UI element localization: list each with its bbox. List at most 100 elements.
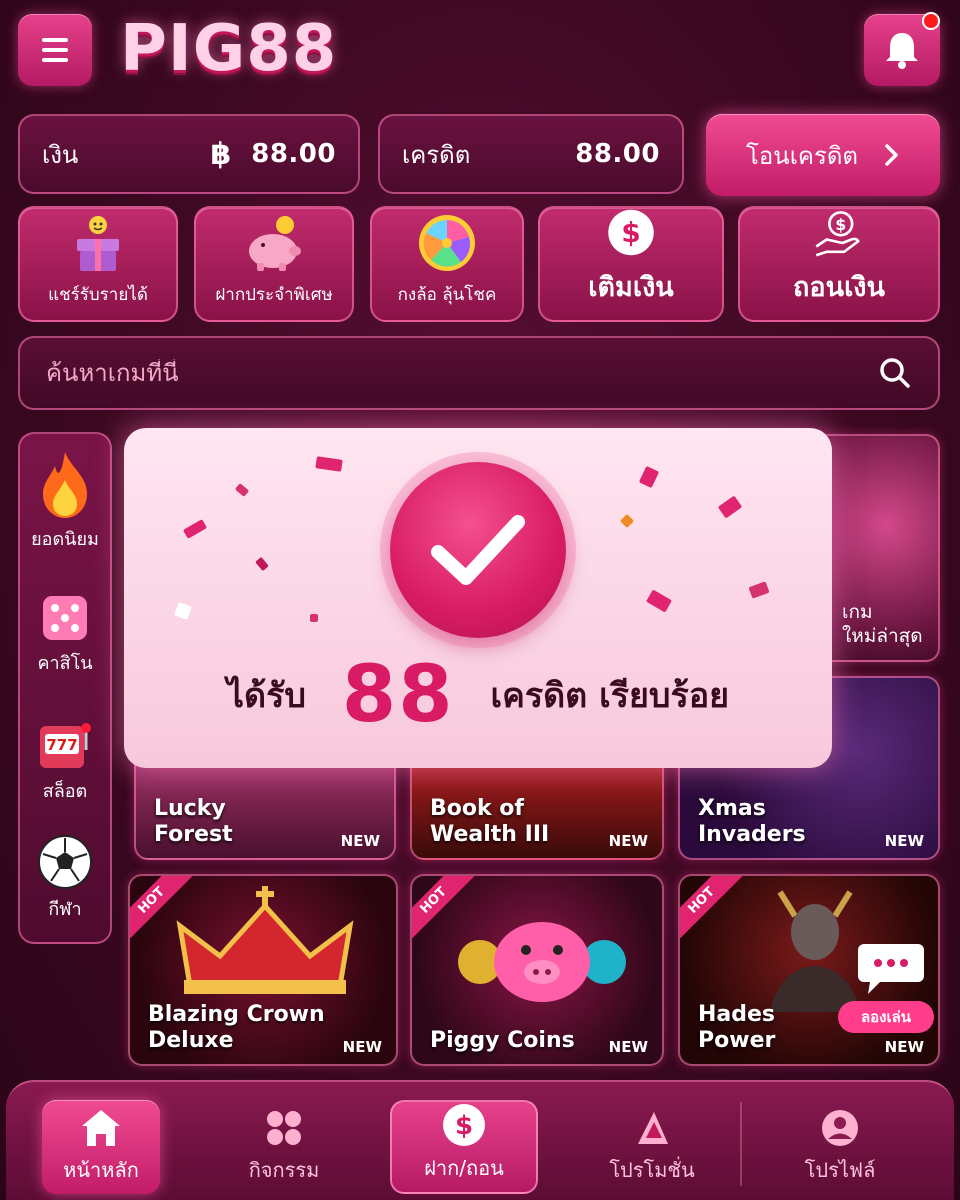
credit-card: เครดิต 88.00: [378, 114, 684, 194]
nav-promotions[interactable]: โปรโมชั่น: [592, 1100, 712, 1194]
menu-icon-bar: [42, 48, 68, 52]
nav-label: โปรไฟล์: [804, 1158, 876, 1182]
special-deposit-button[interactable]: ฝากประจำพิเศษ: [194, 206, 354, 322]
nav-label: หน้าหลัก: [63, 1158, 139, 1182]
new-badge: NEW: [342, 1038, 382, 1056]
category-sports[interactable]: กีฬา: [20, 834, 110, 923]
game-title-line: Wealth III: [430, 822, 550, 847]
game-title-line: Invaders: [698, 822, 806, 847]
hades-figure-icon: [770, 890, 860, 1012]
notification-dot: [922, 12, 940, 30]
checkmark-icon: [431, 515, 525, 585]
game-title-line: Blazing Crown: [148, 1002, 325, 1027]
crown-icon: [176, 886, 354, 994]
game-title-line: Piggy Coins: [430, 1028, 575, 1053]
app-logo: PIG88: [120, 12, 338, 86]
game-card-hades-power[interactable]: HOT Hades Power NEW: [678, 874, 940, 1066]
category-label: กีฬา: [48, 899, 82, 920]
new-badge: NEW: [884, 832, 924, 850]
nav-divider: [740, 1102, 742, 1186]
try-play-button[interactable]: ลองเล่น: [838, 1001, 934, 1033]
nav-home[interactable]: หน้าหลัก: [42, 1100, 160, 1194]
success-message: ได้รับ 88 เครดิต เรียบร้อย: [124, 650, 832, 740]
game-title-line: Xmas: [698, 796, 766, 821]
piggy-bank-icon: [249, 216, 301, 271]
menu-button[interactable]: [18, 14, 92, 86]
svg-text:$: $: [835, 215, 846, 234]
deposit-button[interactable]: $ เติมเงิน: [538, 206, 724, 322]
balance-card: เงิน ฿ 88.00: [18, 114, 360, 194]
withdraw-button[interactable]: $ ถอนเงิน: [738, 206, 940, 322]
transfer-credit-button[interactable]: โอนเครดิต: [706, 114, 940, 196]
success-popup: ได้รับ 88 เครดิต เรียบร้อย: [124, 428, 832, 768]
game-title-line: เกม: [842, 601, 873, 623]
quick-action-label: ฝากประจำพิเศษ: [215, 285, 333, 305]
search-icon[interactable]: [878, 356, 912, 390]
quick-action-label: เติมเงิน: [588, 272, 674, 303]
fire-icon: [43, 452, 87, 518]
dice-icon: [43, 596, 87, 640]
confetti: [182, 519, 208, 539]
svg-text:$: $: [455, 1111, 473, 1141]
quick-action-label: แชร์รับรายได้: [48, 285, 148, 305]
menu-icon-bar: [42, 38, 68, 42]
game-card-blazing-crown[interactable]: HOT Blazing Crown Deluxe NEW: [128, 874, 398, 1066]
game-title-line: Power: [698, 1028, 776, 1053]
balance-label: เงิน: [42, 140, 79, 169]
home-icon: [82, 1110, 120, 1146]
bottom-navigation: หน้าหลัก กิจกรรม $ ฝาก/ถอน โปรโมชั่น โปร…: [6, 1080, 954, 1200]
search-bar: [18, 336, 940, 410]
game-card-piggy-coins[interactable]: HOT Piggy Coins NEW: [410, 874, 664, 1066]
confetti: [315, 456, 343, 472]
bell-icon: [886, 33, 918, 69]
hot-badge: HOT: [680, 876, 746, 945]
transfer-credit-label: โอนเครดิต: [745, 141, 859, 170]
confetti: [234, 483, 250, 497]
credit-label: เครดิต: [402, 140, 471, 169]
confetti: [174, 602, 192, 620]
nav-profile[interactable]: โปรไฟล์: [780, 1100, 900, 1194]
game-title-line: Deluxe: [148, 1028, 234, 1053]
chevron-right-icon: [885, 144, 898, 166]
svg-text:$: $: [621, 216, 640, 249]
success-prefix: ได้รับ: [226, 676, 306, 716]
category-casino[interactable]: คาสิโน: [20, 592, 110, 677]
nav-deposit-withdraw[interactable]: $ ฝาก/ถอน: [390, 1100, 538, 1194]
balance-value: 88.00: [251, 139, 336, 169]
confetti: [619, 513, 635, 529]
category-label: ยอดนิยม: [31, 529, 99, 550]
new-badge: NEW: [340, 832, 380, 850]
pig-icon: [458, 922, 626, 1002]
nav-activities[interactable]: กิจกรรม: [224, 1100, 344, 1194]
nav-label: ฝาก/ถอน: [424, 1156, 504, 1180]
new-badge: NEW: [608, 832, 648, 850]
chat-bubble-icon[interactable]: [858, 940, 924, 996]
soccer-ball-icon: [38, 835, 92, 889]
menu-icon-bar: [42, 58, 68, 62]
wheel-icon: [419, 215, 475, 271]
svg-text:777: 777: [46, 736, 77, 754]
grid-icon: [267, 1111, 301, 1145]
slot-machine-icon: 777: [40, 723, 91, 768]
confetti: [638, 465, 660, 489]
category-slots[interactable]: 777 สล็อต: [20, 720, 110, 805]
category-popular[interactable]: ยอดนิยม: [20, 450, 110, 553]
game-title-line: Lucky: [154, 796, 226, 821]
confetti: [645, 589, 673, 613]
confetti: [310, 614, 318, 622]
game-title-line: Hades: [698, 1002, 776, 1027]
success-check-badge: [390, 462, 566, 638]
search-input[interactable]: [46, 359, 826, 387]
success-suffix: เครดิต เรียบร้อย: [490, 676, 730, 716]
share-income-button[interactable]: แชร์รับรายได้: [18, 206, 178, 322]
nav-label: โปรโมชั่น: [609, 1158, 695, 1182]
category-label: สล็อต: [42, 781, 88, 802]
category-label: คาสิโน: [37, 653, 93, 674]
new-badge: NEW: [608, 1038, 648, 1056]
quick-action-label: ถอนเงิน: [793, 272, 885, 303]
confetti: [748, 581, 770, 599]
confetti: [717, 495, 743, 519]
baht-symbol: ฿: [210, 136, 232, 172]
nav-label: กิจกรรม: [248, 1158, 320, 1182]
lucky-wheel-button[interactable]: กงล้อ ลุ้นโชค: [370, 206, 524, 322]
